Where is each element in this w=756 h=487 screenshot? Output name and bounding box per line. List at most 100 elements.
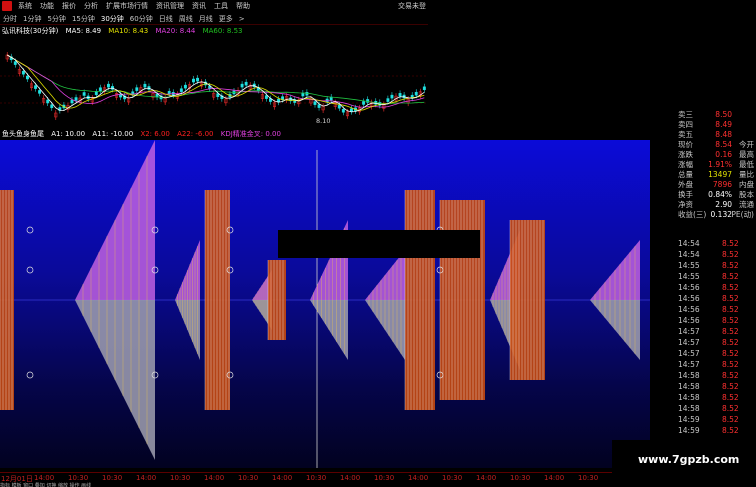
time-tick-label: 10:30 (442, 474, 463, 482)
menu-item-extended-market[interactable]: 扩展市场行情 (102, 1, 152, 11)
time-tick-label: 10:30 (306, 474, 327, 482)
tick-row[interactable]: 14:59 8.52 (650, 414, 756, 425)
tick-row[interactable]: 14:55 8.52 (650, 271, 756, 282)
quote-label: 现价 (678, 140, 693, 149)
tick-list[interactable]: 14:54 8.52 14:54 8.52 14:55 8.52 14:55 8.52 14:5… (650, 238, 756, 440)
tick-row[interactable]: 14:56 8.52 (650, 282, 756, 293)
tick-price: 8.52 (722, 415, 739, 424)
quote-right-label: 最高 (739, 150, 754, 159)
menu-item-function[interactable]: 功能 (36, 1, 58, 11)
period-timeshare[interactable]: 分时 (0, 14, 20, 24)
tick-row[interactable]: 14:57 8.52 (650, 326, 756, 337)
quote-label: 外盘 (678, 180, 693, 189)
quote-panel: 卖三 8.50 卖四 8.49 卖五 8.48 现价 8.54 今开 涨跌 0.16 最高 涨幅 1.91… (650, 110, 756, 242)
quote-label: 卖五 (678, 130, 693, 139)
period-weekly[interactable]: 周线 (176, 14, 196, 24)
period-15min[interactable]: 15分钟 (69, 14, 98, 24)
candle-body (107, 83, 110, 88)
indicator-name: 鱼头鱼身鱼尾 (2, 130, 44, 138)
tick-price: 8.52 (722, 294, 739, 303)
period-monthly[interactable]: 月线 (196, 14, 216, 24)
period-more[interactable]: 更多 (216, 14, 236, 24)
tick-row[interactable]: 14:59 8.52 (650, 425, 756, 436)
bottom-tabs[interactable]: 指标 模板 窗口 叠加 切换 缩放 操作 画线 (0, 482, 300, 487)
tick-row[interactable]: 14:54 8.52 (650, 238, 756, 249)
indicator-panel[interactable]: 鱼头鱼身鱼尾 A1: 10.00 A11: -10.00 X2: 6.00 A2… (0, 128, 650, 468)
tick-price: 8.52 (722, 338, 739, 347)
quote-label: 卖三 (678, 110, 693, 119)
time-tick-label: 10:30 (374, 474, 395, 482)
period-1min[interactable]: 1分钟 (20, 14, 44, 24)
candle-body (337, 104, 341, 109)
candle-body (192, 78, 195, 83)
menu-item-system[interactable]: 系统 (14, 1, 36, 11)
quote-label: 总量 (678, 170, 693, 179)
kline-low-label: 8.10 (316, 117, 330, 125)
tick-row[interactable]: 14:57 8.52 (650, 348, 756, 359)
period-30min[interactable]: 30分钟 (98, 14, 127, 24)
quote-right-label: PE(动) (731, 210, 754, 219)
tick-time: 14:56 (678, 283, 700, 292)
quote-right-label: 最低 (739, 160, 754, 169)
tick-row[interactable]: 14:54 8.52 (650, 249, 756, 260)
tick-row[interactable]: 14:56 8.52 (650, 315, 756, 326)
tick-row[interactable]: 14:56 8.52 (650, 293, 756, 304)
menu-item-info-management[interactable]: 资讯管理 (152, 1, 188, 11)
tick-row[interactable]: 14:57 8.52 (650, 337, 756, 348)
tick-price: 8.52 (722, 371, 739, 380)
period-next-arrow[interactable]: > (236, 15, 248, 23)
time-tick-label: 14:00 (544, 474, 565, 482)
menu-item-news[interactable]: 资讯 (188, 1, 210, 11)
trade-login-status[interactable]: 交易未登 (398, 1, 428, 11)
menu-item-quote[interactable]: 报价 (58, 1, 80, 11)
quote-value: 8.50 (715, 110, 732, 119)
period-toolbar: 分时 1分钟 5分钟 15分钟 30分钟 60分钟 日线 周线 月线 更多 > (0, 13, 428, 24)
candle-body (21, 70, 25, 75)
menu-item-tools[interactable]: 工具 (210, 1, 232, 11)
tick-price: 8.52 (722, 360, 739, 369)
time-tick-label: 14:00 (340, 474, 361, 482)
candle-body (46, 99, 50, 104)
tick-row[interactable]: 14:58 8.52 (650, 381, 756, 392)
quote-value: 8.48 (715, 130, 732, 139)
candle-body (179, 88, 183, 92)
time-tick-label: 10:30 (578, 474, 599, 482)
bar-cluster (509, 220, 545, 380)
candle-body (341, 108, 345, 113)
tick-row[interactable]: 14:55 8.52 (650, 260, 756, 271)
period-5min[interactable]: 5分钟 (44, 14, 68, 24)
app-logo-icon (2, 1, 12, 11)
period-daily[interactable]: 日线 (156, 14, 176, 24)
tick-time: 14:54 (678, 239, 700, 248)
fish-indicator-chart (0, 140, 650, 468)
quote-right-label: 股本 (739, 190, 754, 199)
tick-row[interactable]: 14:58 8.52 (650, 392, 756, 403)
tick-time: 14:55 (678, 261, 700, 270)
tick-price: 8.52 (722, 349, 739, 358)
kline-panel[interactable]: 弘讯科技(30分钟) MA5: 8.49 MA10: 8.43 MA20: 8.… (0, 24, 428, 127)
quote-value: 13497 (708, 170, 732, 179)
time-axis: 12月01日 14:00 10:30 10:30 14:00 10:30 14:00 10:3… (0, 472, 650, 483)
quote-row: 卖五 8.48 (650, 130, 756, 140)
menu-item-help[interactable]: 帮助 (232, 1, 254, 11)
quote-right-label: 流通 (739, 200, 754, 209)
quote-label: 净资 (678, 200, 693, 209)
tick-row[interactable]: 14:57 8.52 (650, 359, 756, 370)
tick-row[interactable]: 14:56 8.52 (650, 304, 756, 315)
time-tick-label: 10:30 (170, 474, 191, 482)
tick-price: 8.52 (722, 393, 739, 402)
time-tick-label: 10:30 (68, 474, 89, 482)
quote-value: 7896 (712, 180, 732, 189)
candle-body (244, 81, 248, 86)
marker-circle (26, 266, 34, 274)
marker-circle (26, 371, 34, 379)
candle-body (82, 92, 86, 96)
tick-price: 8.52 (722, 305, 739, 314)
menu-item-analysis[interactable]: 分析 (80, 1, 102, 11)
tick-price: 8.52 (722, 261, 739, 270)
period-60min[interactable]: 60分钟 (127, 14, 156, 24)
candle-body (422, 86, 426, 91)
candle-body (216, 93, 220, 97)
tick-row[interactable]: 14:58 8.52 (650, 370, 756, 381)
tick-row[interactable]: 14:58 8.52 (650, 403, 756, 414)
